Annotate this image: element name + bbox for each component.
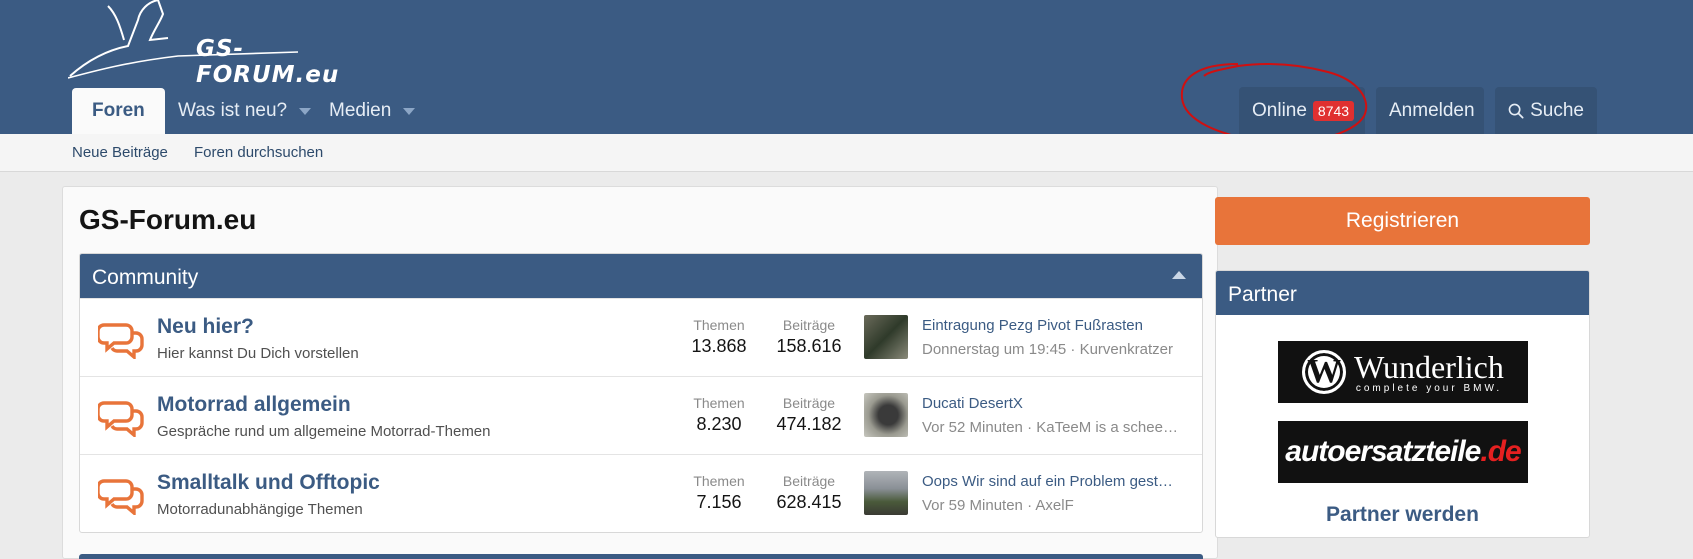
- community-block: Community Neu hier? Hier kannst Du Dich …: [79, 253, 1203, 533]
- latest-post-title-link[interactable]: Ducati DesertX: [922, 395, 1192, 412]
- tab-medien[interactable]: Medien: [329, 88, 416, 134]
- latest-post-thumbnail[interactable]: [864, 315, 908, 359]
- chevron-down-icon[interactable]: [403, 107, 416, 115]
- posts-label: Beiträge: [782, 317, 836, 333]
- forum-description: Gespräche rund um allgemeine Motorrad-Th…: [157, 423, 491, 440]
- wunderlich-tagline: complete your BMW.: [1355, 382, 1503, 394]
- sub-navigation: Neue Beiträge Foren durchsuchen: [0, 134, 1693, 172]
- login-label: Anmelden: [1389, 99, 1475, 121]
- site-logo[interactable]: GS-FORUM.eu: [68, 0, 338, 88]
- tab-was-ist-neu[interactable]: Was ist neu?: [178, 88, 312, 134]
- posts-stat: Beiträge 474.182: [764, 395, 854, 435]
- register-button[interactable]: Registrieren: [1215, 197, 1590, 245]
- posts-value: 474.182: [776, 414, 842, 434]
- wunderlich-ad-banner[interactable]: W Wunderlich complete your BMW.: [1278, 341, 1528, 403]
- forum-title-link[interactable]: Motorrad allgemein: [157, 393, 351, 417]
- partner-header: Partner: [1216, 271, 1589, 315]
- search-button[interactable]: Suche: [1495, 87, 1597, 134]
- forum-title-link[interactable]: Smalltalk und Offtopic: [157, 471, 380, 495]
- latest-post-thumbnail[interactable]: [864, 471, 908, 515]
- latest-post-meta[interactable]: Vor 59 Minuten · AxelF: [922, 497, 1192, 514]
- subnav-search-forums[interactable]: Foren durchsuchen: [194, 144, 323, 161]
- threads-label: Themen: [693, 473, 745, 489]
- threads-label: Themen: [693, 317, 745, 333]
- forum-row: Smalltalk und Offtopic Motorradunabhängi…: [80, 454, 1202, 532]
- online-button[interactable]: Online 8743: [1239, 87, 1365, 134]
- threads-stat: Themen 13.868: [674, 317, 764, 357]
- forum-title-link[interactable]: Neu hier?: [157, 315, 254, 339]
- forum-speech-bubbles-icon: [98, 323, 144, 359]
- latest-post-title-link[interactable]: Oops Wir sind auf ein Problem gest…: [922, 473, 1192, 490]
- collapse-icon[interactable]: [1172, 271, 1186, 279]
- partner-widget: Partner W Wunderlich complete your BMW. …: [1215, 270, 1590, 538]
- latest-post-thumbnail[interactable]: [864, 393, 908, 437]
- online-label: Online: [1252, 99, 1307, 121]
- latest-post-meta[interactable]: Donnerstag um 19:45 · Kurvenkratzer: [922, 341, 1192, 358]
- page-title: GS-Forum.eu: [79, 204, 257, 235]
- posts-value: 158.616: [776, 336, 842, 356]
- search-icon: [1508, 103, 1524, 118]
- logo-text: GS-FORUM.eu: [196, 36, 340, 88]
- autoersatzteile-ad-banner[interactable]: autoersatzteile.de: [1278, 421, 1528, 483]
- autoersatzteile-tld: .de: [1480, 435, 1521, 468]
- forum-description: Motorradunabhängige Themen: [157, 501, 363, 518]
- login-button[interactable]: Anmelden: [1376, 87, 1484, 134]
- search-label: Suche: [1530, 99, 1584, 121]
- forum-row: Neu hier? Hier kannst Du Dich vorstellen…: [80, 298, 1202, 376]
- posts-label: Beiträge: [782, 473, 836, 489]
- tab-foren-label: Foren: [92, 100, 145, 121]
- forum-speech-bubbles-icon: [98, 479, 144, 515]
- tab-was-ist-neu-label: Was ist neu?: [178, 100, 288, 121]
- autoersatzteile-logo: autoersatzteile.de: [1285, 435, 1521, 469]
- threads-stat: Themen 7.156: [674, 473, 764, 513]
- threads-stat: Themen 8.230: [674, 395, 764, 435]
- become-partner-link[interactable]: Partner werden: [1216, 503, 1589, 527]
- latest-post-meta[interactable]: Vor 52 Minuten · KaTeeM is a schee…: [922, 419, 1192, 436]
- forum-row: Motorrad allgemein Gespräche rund um all…: [80, 376, 1202, 454]
- tab-medien-label: Medien: [329, 100, 392, 121]
- posts-value: 628.415: [776, 492, 842, 512]
- posts-stat: Beiträge 628.415: [764, 473, 854, 513]
- threads-label: Themen: [693, 395, 745, 411]
- online-count-badge: 8743: [1312, 100, 1355, 121]
- wordpress-w-logo-icon: W: [1302, 350, 1347, 394]
- threads-value: 7.156: [696, 492, 742, 512]
- forum-description: Hier kannst Du Dich vorstellen: [157, 345, 359, 362]
- autoersatzteile-name: autoersatzteile: [1285, 435, 1481, 468]
- wunderlich-name: Wunderlich: [1354, 348, 1504, 385]
- site-header: GS-FORUM.eu Foren Was ist neu? Medien On…: [0, 0, 1693, 134]
- forum-speech-bubbles-icon: [98, 401, 144, 437]
- chevron-down-icon[interactable]: [299, 107, 312, 115]
- next-category-header: [79, 554, 1203, 559]
- posts-stat: Beiträge 158.616: [764, 317, 854, 357]
- subnav-new-posts[interactable]: Neue Beiträge: [72, 144, 168, 161]
- tab-foren[interactable]: Foren: [72, 88, 165, 134]
- posts-label: Beiträge: [782, 395, 836, 411]
- threads-value: 8.230: [696, 414, 742, 434]
- latest-post-title-link[interactable]: Eintragung Pezg Pivot Fußrasten: [922, 317, 1192, 334]
- threads-value: 13.868: [691, 336, 747, 356]
- community-header[interactable]: Community: [80, 254, 1202, 298]
- community-header-label: Community: [92, 266, 199, 289]
